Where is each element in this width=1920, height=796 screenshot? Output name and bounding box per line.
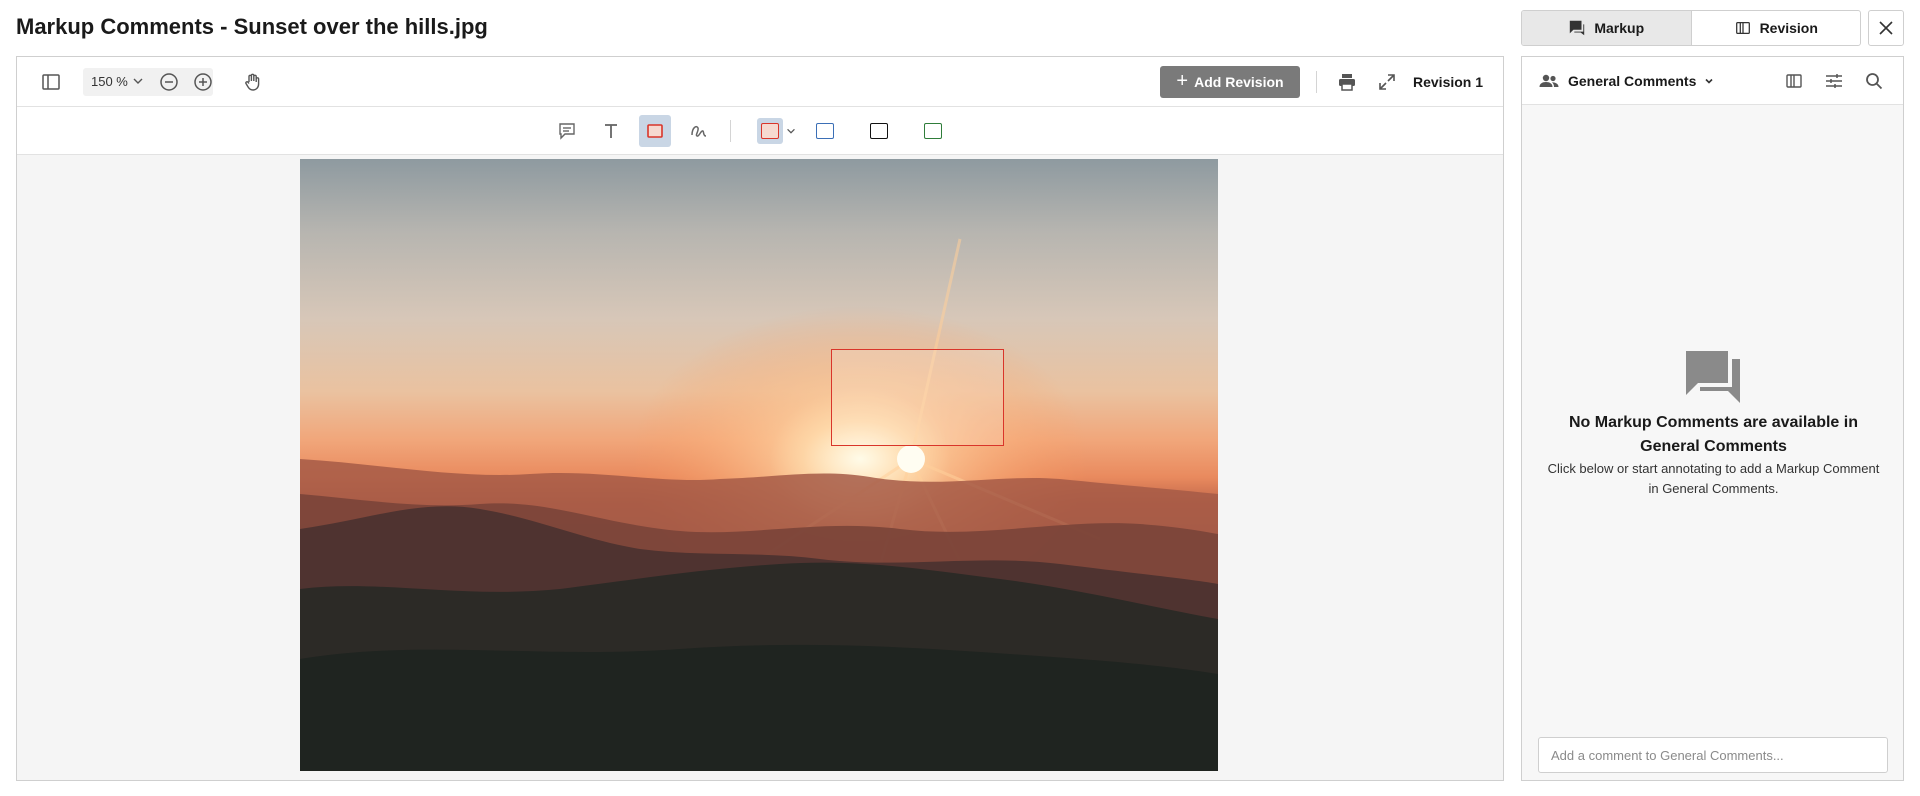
chat-bubbles-icon [1686, 351, 1740, 403]
rect-tool-swatch [647, 124, 663, 138]
view-toggle: Markup Revision [1521, 10, 1861, 46]
printer-icon[interactable] [1331, 66, 1363, 98]
text-icon[interactable] [595, 115, 627, 147]
empty-state-title: No Markup Comments are available in Gene… [1569, 414, 1858, 455]
empty-state-subtitle: Click below or start annotating to add a… [1547, 461, 1880, 496]
annotation-toolbar [17, 107, 1503, 155]
markup-toggle-label: Markup [1594, 20, 1645, 36]
toolbar-divider [730, 120, 731, 142]
zoom-value[interactable]: 150 % [91, 74, 128, 89]
hand-icon[interactable] [236, 66, 268, 98]
swatch-black[interactable] [863, 115, 895, 147]
swatch-blue-fill [816, 123, 834, 139]
document-viewer: 150 % + Add Revision Revision 1 [16, 56, 1504, 781]
toolbar-divider [1316, 71, 1317, 93]
minus-circle-icon[interactable] [153, 66, 185, 98]
comment-icon[interactable] [551, 115, 583, 147]
sliders-icon[interactable] [1819, 66, 1849, 96]
plus-circle-icon[interactable] [187, 66, 219, 98]
sidebar-panel-icon[interactable] [35, 66, 67, 98]
sunset-image [300, 159, 1218, 771]
comments-panel-header: General Comments [1522, 57, 1903, 105]
swatch-blue[interactable] [809, 115, 841, 147]
compare-icon [1735, 21, 1750, 35]
people-icon [1539, 74, 1559, 87]
zoom-control: 150 % [83, 68, 213, 96]
revision-label[interactable]: Revision 1 [1413, 74, 1483, 90]
add-revision-button[interactable]: + Add Revision [1160, 66, 1300, 98]
chevron-down-icon [1705, 78, 1713, 84]
revision-toggle-label: Revision [1759, 20, 1818, 36]
plus-icon: + [1176, 70, 1189, 92]
page-title: Markup Comments - Sunset over the hills.… [16, 14, 488, 39]
chat-icon [1570, 20, 1585, 36]
add-revision-label: Add Revision [1194, 74, 1284, 90]
chevron-down-icon[interactable] [785, 125, 797, 137]
close-icon [1879, 21, 1893, 35]
rectangle-annotation[interactable] [831, 349, 1004, 446]
rectangle-icon[interactable] [639, 115, 671, 147]
chevron-down-icon[interactable] [131, 74, 145, 88]
search-icon[interactable] [1859, 66, 1889, 96]
swatch-green-fill [924, 123, 942, 139]
comment-group-label: General Comments [1568, 73, 1697, 89]
color-picker[interactable] [755, 115, 799, 147]
revision-toggle-button[interactable]: Revision [1692, 11, 1861, 45]
comment-input[interactable] [1538, 737, 1888, 773]
expand-icon[interactable] [1371, 66, 1403, 98]
freehand-icon[interactable] [683, 115, 715, 147]
image-canvas[interactable] [300, 159, 1218, 771]
markup-toggle-button[interactable]: Markup [1522, 11, 1692, 45]
viewer-toolbar: 150 % + Add Revision Revision 1 [17, 57, 1503, 107]
swatch-green[interactable] [917, 115, 949, 147]
swatch-red [761, 123, 779, 139]
comment-group-selector[interactable]: General Comments [1538, 70, 1714, 92]
comments-panel: General Comments No Markup Comments are … [1521, 56, 1904, 781]
close-button[interactable] [1868, 10, 1904, 46]
swatch-black-fill [870, 123, 888, 139]
compare-icon[interactable] [1779, 66, 1809, 96]
